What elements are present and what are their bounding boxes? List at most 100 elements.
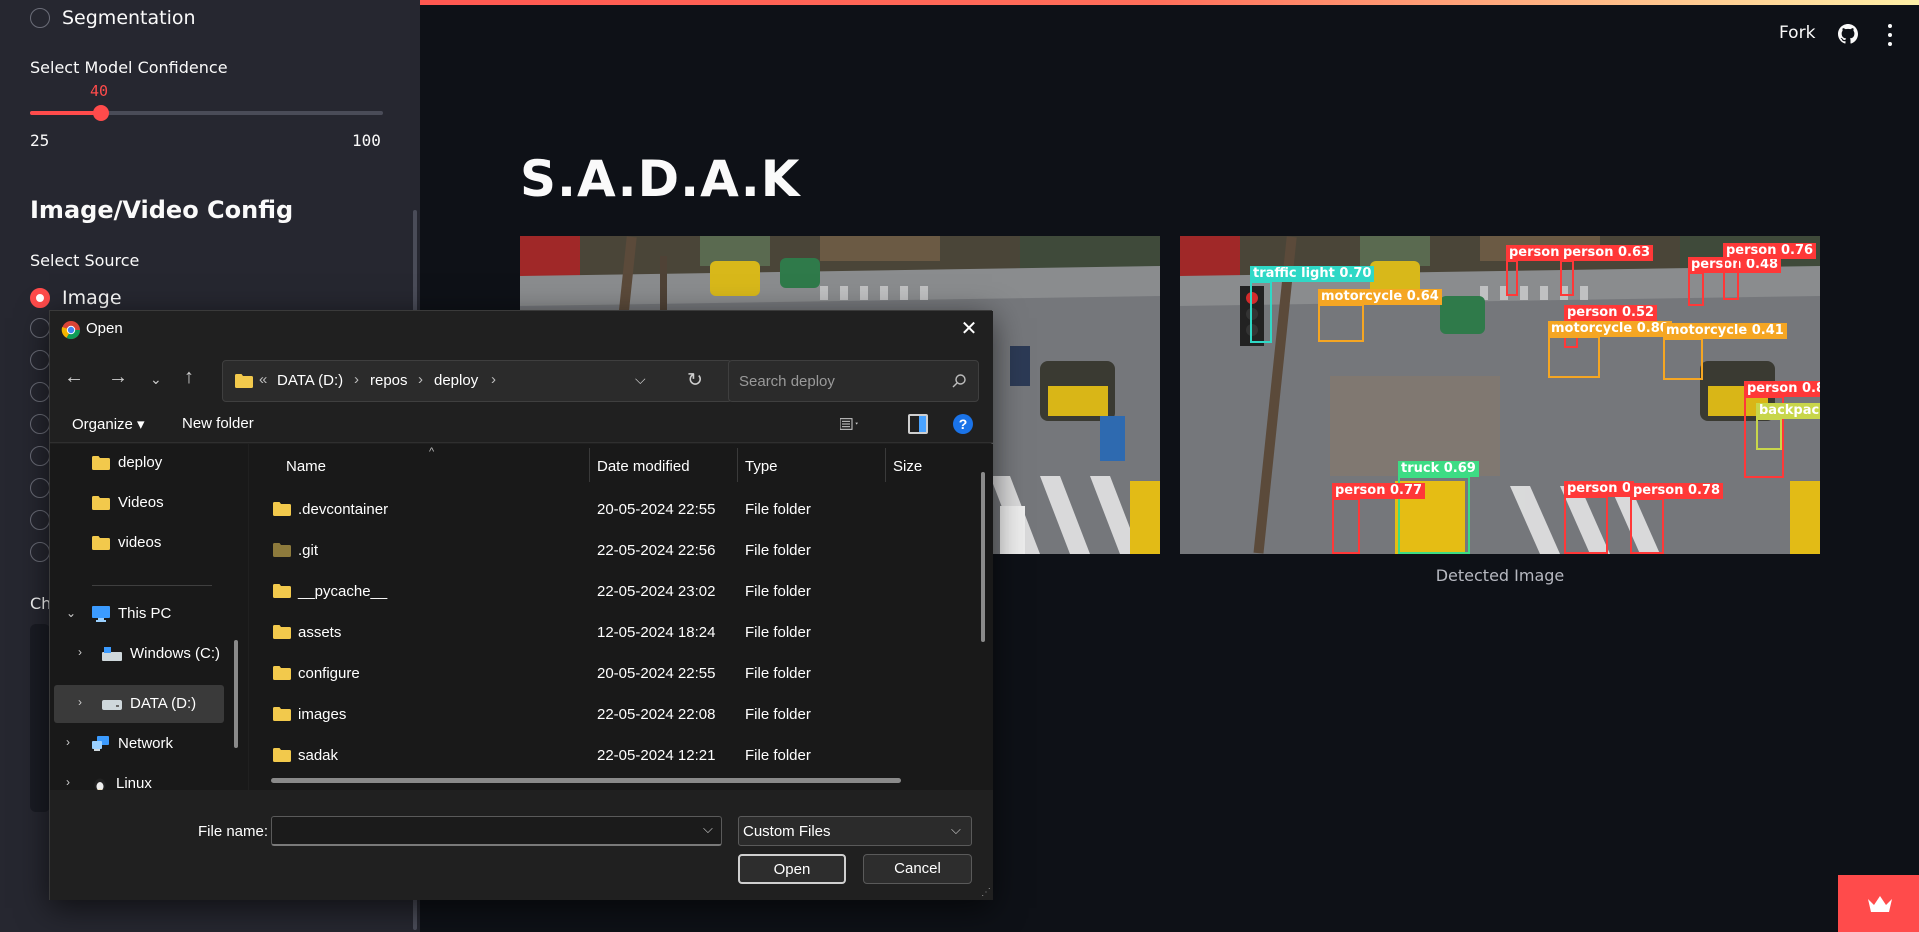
recent-locations-chevron-icon[interactable]: ⌄ bbox=[150, 369, 162, 389]
tree-item-data-drive[interactable]: DATA (D:) bbox=[102, 695, 196, 712]
address-history-chevron-icon[interactable]: ⌵ bbox=[635, 371, 646, 388]
file-row[interactable]: configure 20-05-2024 22:55 File folder bbox=[249, 654, 979, 694]
tree-item-windows-drive[interactable]: Windows (C:) bbox=[102, 645, 220, 662]
new-folder-button[interactable]: New folder bbox=[182, 415, 254, 432]
drive-icon bbox=[102, 646, 122, 661]
tree-expand-chevron-icon[interactable]: ⌄ bbox=[66, 606, 76, 620]
file-date: 22-05-2024 22:56 bbox=[597, 542, 716, 559]
tree-expand-chevron-icon[interactable]: › bbox=[66, 735, 70, 749]
file-row[interactable]: __pycache__ 22-05-2024 23:02 File folder bbox=[249, 572, 979, 612]
breadcrumb-chevron-icon[interactable]: › bbox=[418, 371, 423, 388]
file-name-history-chevron-icon[interactable]: ⌵ bbox=[703, 821, 713, 837]
monitor-icon bbox=[92, 605, 110, 622]
tree-item-videos-lower[interactable]: videos bbox=[92, 534, 161, 551]
open-button[interactable]: Open bbox=[738, 854, 846, 884]
preview-pane-icon[interactable] bbox=[908, 414, 928, 434]
column-header-date-modified[interactable]: Date modified bbox=[597, 458, 690, 475]
back-arrow-icon[interactable]: ← bbox=[64, 367, 84, 387]
up-arrow-icon[interactable]: ↑ bbox=[184, 367, 194, 387]
tree-item-videos[interactable]: Videos bbox=[92, 494, 164, 511]
search-input[interactable]: Search deploy bbox=[739, 373, 835, 390]
cancel-button[interactable]: Cancel bbox=[863, 854, 972, 884]
radio-source-option[interactable] bbox=[30, 446, 50, 466]
address-bar[interactable]: « DATA (D:) › repos › deploy › ⌵ ↻ bbox=[222, 360, 732, 402]
folder-icon bbox=[273, 707, 291, 721]
tree-label: Windows (C:) bbox=[130, 645, 221, 662]
tree-item-deploy[interactable]: deploy bbox=[92, 454, 162, 471]
slider-thumb[interactable] bbox=[92, 105, 109, 121]
folder-icon bbox=[273, 748, 291, 762]
radio-label-image: Image bbox=[62, 287, 122, 309]
refresh-icon[interactable]: ↻ bbox=[687, 369, 703, 392]
column-separator[interactable] bbox=[589, 448, 590, 482]
vertical-scrollbar[interactable] bbox=[981, 472, 985, 642]
file-name-input[interactable] bbox=[271, 816, 722, 846]
chevron-down-icon: ⌵ bbox=[951, 822, 961, 837]
file-type: File folder bbox=[745, 542, 811, 559]
column-separator[interactable] bbox=[885, 448, 886, 482]
radio-source-image[interactable]: Image bbox=[30, 287, 122, 309]
radio-segmentation[interactable]: Segmentation bbox=[30, 7, 196, 29]
tree-item-network[interactable]: Network bbox=[92, 735, 173, 752]
dialog-titlebar[interactable]: Open ✕ bbox=[50, 311, 993, 349]
dialog-title: Open bbox=[86, 320, 123, 337]
detection-label: person 0.78 bbox=[1630, 483, 1724, 499]
view-options-icon[interactable] bbox=[840, 415, 860, 433]
breadcrumb-repos[interactable]: repos bbox=[370, 372, 408, 389]
detection-box: backpack bbox=[1756, 403, 1820, 450]
radio-source-option[interactable] bbox=[30, 414, 50, 434]
column-header-name[interactable]: Name bbox=[286, 458, 326, 475]
radio-source-option[interactable] bbox=[30, 382, 50, 402]
file-row[interactable]: sadak 22-05-2024 12:21 File folder bbox=[249, 736, 979, 776]
file-row[interactable]: .git 22-05-2024 22:56 File folder bbox=[249, 531, 979, 571]
detection-label: person 0.76 bbox=[1723, 243, 1817, 259]
detection-label: person 0.77 bbox=[1332, 483, 1426, 499]
crown-icon bbox=[1868, 896, 1892, 912]
file-row[interactable]: images 22-05-2024 22:08 File folder bbox=[249, 695, 979, 735]
horizontal-scrollbar[interactable] bbox=[271, 778, 901, 783]
resize-grip-icon[interactable]: ⋰ bbox=[981, 887, 991, 898]
sidebar-widget-box[interactable] bbox=[30, 624, 50, 812]
folder-icon bbox=[92, 535, 110, 550]
breadcrumb-chevron-icon[interactable]: › bbox=[354, 371, 359, 388]
navigation-pane: deploy Videos videos ⌄ This PC › Windows… bbox=[50, 444, 248, 792]
organize-menu-button[interactable]: Organize ▾ bbox=[72, 415, 145, 433]
breadcrumb-deploy[interactable]: deploy bbox=[434, 372, 478, 389]
breadcrumb-drive[interactable]: DATA (D:) bbox=[277, 372, 343, 389]
tree-expand-chevron-icon[interactable]: › bbox=[78, 695, 82, 709]
file-type: File folder bbox=[745, 665, 811, 682]
folder-icon bbox=[273, 666, 291, 680]
breadcrumb-chevron-icon[interactable]: › bbox=[491, 371, 496, 388]
column-separator[interactable] bbox=[737, 448, 738, 482]
file-row[interactable]: .devcontainer 20-05-2024 22:55 File fold… bbox=[249, 490, 979, 530]
detection-box: traffic light 0.70 bbox=[1250, 266, 1375, 343]
radio-source-option[interactable] bbox=[30, 510, 50, 530]
file-name-label: File name: bbox=[198, 823, 269, 840]
column-header-type[interactable]: Type bbox=[745, 458, 778, 475]
radio-source-option[interactable] bbox=[30, 478, 50, 498]
fork-button[interactable]: Fork bbox=[1779, 23, 1815, 43]
breadcrumb-overflow[interactable]: « bbox=[259, 371, 267, 388]
detection-box: person 0.78 bbox=[1630, 483, 1724, 554]
folder-icon bbox=[92, 455, 110, 470]
navigation-pane-scrollbar[interactable] bbox=[234, 640, 238, 748]
github-icon[interactable] bbox=[1838, 24, 1858, 44]
search-icon bbox=[952, 374, 966, 388]
confidence-slider[interactable] bbox=[30, 105, 383, 121]
kebab-menu-icon[interactable] bbox=[1886, 24, 1894, 46]
detection-label: person 0.63 bbox=[1560, 245, 1654, 261]
radio-source-option[interactable] bbox=[30, 318, 50, 338]
tree-expand-chevron-icon[interactable]: › bbox=[78, 645, 82, 659]
help-icon[interactable]: ? bbox=[953, 414, 973, 434]
tree-item-this-pc[interactable]: This PC bbox=[92, 605, 171, 622]
forward-arrow-icon[interactable]: → bbox=[108, 367, 128, 387]
tree-expand-chevron-icon[interactable]: › bbox=[66, 775, 70, 789]
radio-source-option[interactable] bbox=[30, 542, 50, 562]
column-header-size[interactable]: Size bbox=[893, 458, 922, 475]
file-type-filter-select[interactable]: Custom Files ⌵ bbox=[738, 816, 972, 846]
detected-image-caption: Detected Image bbox=[1435, 566, 1565, 585]
dialog-close-button[interactable]: ✕ bbox=[958, 318, 980, 340]
radio-source-option[interactable] bbox=[30, 350, 50, 370]
search-box[interactable]: Search deploy bbox=[728, 360, 979, 402]
file-row[interactable]: assets 12-05-2024 18:24 File folder bbox=[249, 613, 979, 653]
